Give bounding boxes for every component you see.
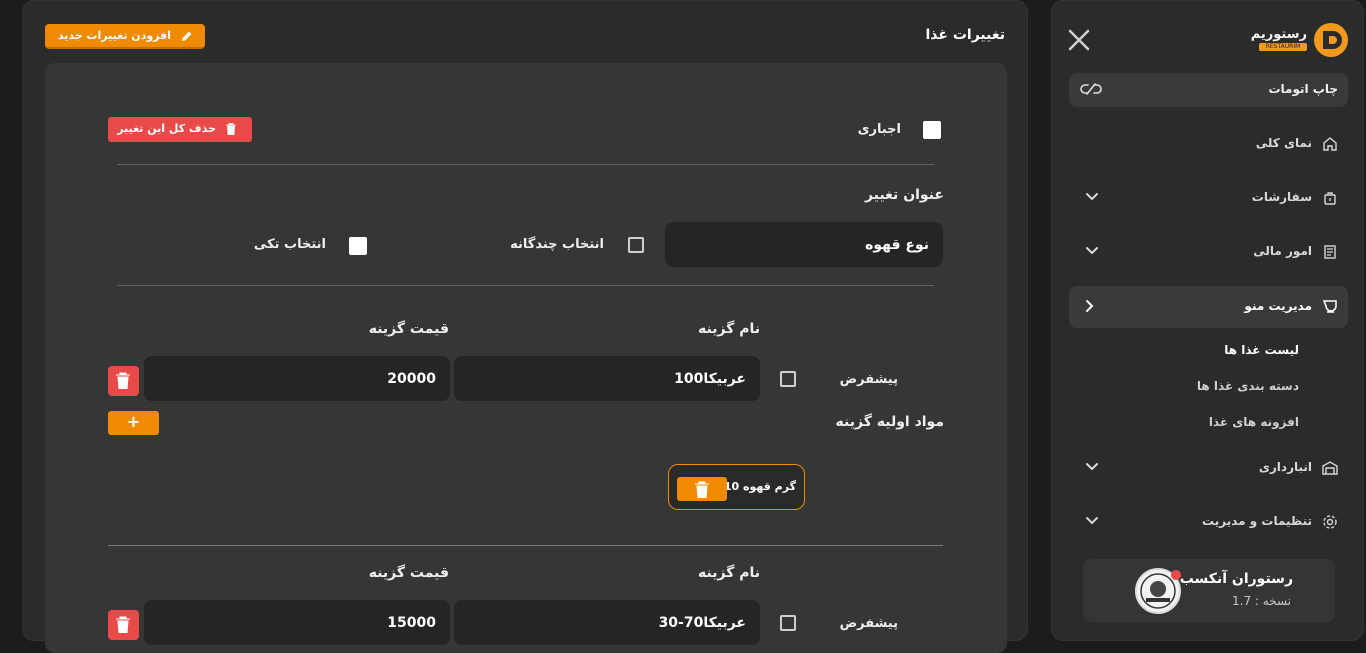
sidebar-item-settings[interactable]: تنظیمات و مدیریت — [1069, 504, 1348, 540]
submenu-food-addons[interactable]: افزونه های غذا — [1209, 415, 1299, 429]
delete-all-label: حذف کل این تغییر — [117, 122, 216, 135]
option-name-input[interactable] — [454, 356, 760, 401]
add-new-change-button[interactable]: افزودن تغییرات جدید — [45, 24, 205, 49]
chevron-down-icon[interactable] — [1085, 516, 1099, 526]
brand-name: رستوریم — [1250, 27, 1307, 42]
warehouse-icon — [1322, 460, 1338, 476]
add-new-change-label: افزودن تغییرات جدید — [57, 29, 171, 42]
trash-icon — [116, 616, 130, 633]
divider — [108, 545, 943, 546]
change-title-label: عنوان تغییر — [865, 187, 944, 203]
single-select-checkbox[interactable] — [349, 237, 367, 255]
default-label: پیشفرض — [839, 616, 898, 631]
sidebar-item-label: انبارداری — [1258, 460, 1312, 474]
ingredient-chip: 10 گرم قهوه — [668, 464, 805, 510]
app-version: نسخه : 1.7 — [1232, 594, 1291, 608]
option-name-input[interactable] — [454, 600, 760, 645]
sidebar-item-finance[interactable]: امور مالی — [1069, 234, 1348, 270]
trash-icon — [226, 123, 236, 135]
default-checkbox[interactable] — [780, 615, 796, 631]
delete-all-change-button[interactable]: حذف کل این تغییر — [108, 117, 252, 142]
receipt-icon — [1322, 244, 1338, 260]
required-label: اجباری — [857, 122, 901, 137]
trash-icon — [695, 481, 709, 498]
link-icon — [1079, 81, 1103, 97]
chevron-right-icon[interactable] — [1085, 299, 1095, 313]
multi-select-label: انتخاب چندگانه — [510, 237, 604, 252]
notification-dot — [1171, 570, 1181, 580]
divider — [117, 285, 934, 286]
sidebar-item-menu-management[interactable]: مدیریت منو — [1069, 286, 1348, 328]
sidebar-item-label: امور مالی — [1253, 244, 1312, 258]
restaurant-name: رستوران آنکسب — [1179, 571, 1293, 587]
option-name-header: نام گزینه — [698, 565, 760, 581]
chevron-down-icon[interactable] — [1085, 246, 1099, 256]
close-sidebar-button[interactable] — [1066, 27, 1092, 53]
gear-icon — [1322, 514, 1338, 530]
delete-option-button[interactable] — [108, 610, 139, 640]
option-name-header: نام گزینه — [698, 321, 760, 337]
option-price-input[interactable] — [144, 600, 450, 645]
change-title-input[interactable] — [665, 222, 943, 267]
trash-icon — [116, 372, 130, 389]
menu-board-icon — [1322, 298, 1338, 314]
default-checkbox[interactable] — [780, 371, 796, 387]
sidebar-item-overview[interactable]: نمای کلی — [1069, 126, 1348, 162]
auto-print-toggle[interactable]: چاپ اتومات — [1069, 73, 1348, 107]
change-card: اجباری حذف کل این تغییر عنوان تغییر انتخ… — [45, 63, 1007, 653]
sidebar-item-orders[interactable]: سفارشات — [1069, 180, 1348, 216]
page-title: تغییرات غذا — [925, 27, 1006, 43]
brand-logo-icon — [1314, 23, 1348, 57]
add-ingredient-button[interactable]: + — [108, 411, 159, 435]
submenu-food-list[interactable]: لیست غذا ها — [1224, 343, 1299, 357]
default-label: پیشفرض — [839, 372, 898, 387]
bag-icon — [1322, 190, 1338, 206]
delete-option-button[interactable] — [108, 366, 139, 396]
pencil-icon — [181, 30, 193, 42]
auto-print-label: چاپ اتومات — [1268, 82, 1338, 96]
sidebar-item-label: نمای کلی — [1255, 136, 1312, 150]
sidebar-item-label: سفارشات — [1251, 190, 1312, 204]
home-icon — [1322, 136, 1338, 152]
delete-ingredient-button[interactable] — [677, 477, 727, 501]
option-price-header: قیمت گزینه — [368, 565, 449, 581]
food-changes-panel: تغییرات غذا افزودن تغییرات جدید اجباری ح… — [22, 0, 1028, 653]
required-checkbox[interactable] — [923, 121, 941, 139]
restaurant-profile-card[interactable]: رستوران آنکسب نسخه : 1.7 — [1083, 559, 1335, 622]
option-price-header: قیمت گزینه — [368, 321, 449, 337]
ingredient-label: 10 گرم قهوه — [723, 480, 796, 493]
submenu-food-categories[interactable]: دسته بندی غذا ها — [1197, 379, 1299, 393]
divider — [117, 164, 934, 165]
chevron-down-icon[interactable] — [1085, 462, 1099, 472]
single-select-label: انتخاب تکی — [253, 237, 326, 252]
chevron-down-icon[interactable] — [1085, 192, 1099, 202]
sidebar: رستوریم RESTAURIM چاپ اتومات نمای کلی سف… — [1051, 0, 1364, 641]
sidebar-item-label: تنظیمات و مدیریت — [1202, 514, 1312, 528]
ingredients-label: مواد اولیه گزینه — [835, 414, 944, 430]
option-price-input[interactable] — [144, 356, 450, 401]
sidebar-item-warehouse[interactable]: انبارداری — [1069, 450, 1348, 486]
brand-subtitle: RESTAURIM — [1259, 43, 1307, 51]
sidebar-item-label: مدیریت منو — [1244, 299, 1312, 313]
multi-select-checkbox[interactable] — [628, 237, 644, 253]
